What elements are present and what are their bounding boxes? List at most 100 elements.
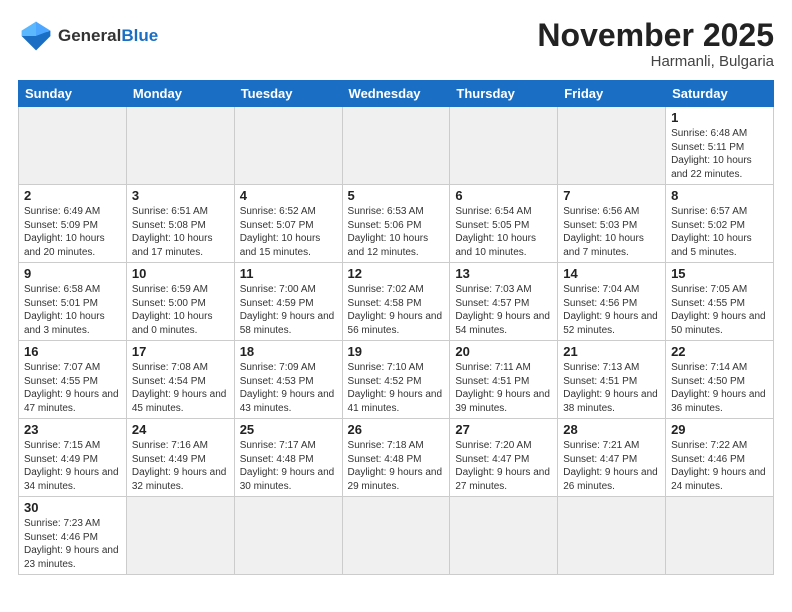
- day-number: 10: [132, 266, 229, 281]
- day-info: Sunrise: 7:04 AM Sunset: 4:56 PM Dayligh…: [563, 283, 660, 337]
- calendar-cell: 29 Sunrise: 7:22 AM Sunset: 4:46 PM Dayli…: [666, 419, 774, 497]
- day-info: Sunrise: 7:13 AM Sunset: 4:51 PM Dayligh…: [563, 361, 660, 415]
- calendar-cell: 7 Sunrise: 6:56 AM Sunset: 5:03 PM Daylig…: [558, 185, 666, 263]
- day-info: Sunrise: 7:05 AM Sunset: 4:55 PM Dayligh…: [671, 283, 768, 337]
- calendar-cell: [450, 497, 558, 575]
- day-info: Sunrise: 7:20 AM Sunset: 4:47 PM Dayligh…: [455, 439, 552, 493]
- day-number: 28: [563, 422, 660, 437]
- calendar-cell: 18Sunrise: 7:09 AM Sunset: 4:53 PM Dayli…: [234, 341, 342, 419]
- calendar-cell: 10Sunrise: 6:59 AM Sunset: 5:00 PM Dayli…: [126, 263, 234, 341]
- day-number: 4: [240, 188, 337, 203]
- calendar-cell: 14 Sunrise: 7:04 AM Sunset: 4:56 PM Dayli…: [558, 263, 666, 341]
- day-number: 21: [563, 344, 660, 359]
- day-number: 9: [24, 266, 121, 281]
- day-info: Sunrise: 7:02 AM Sunset: 4:58 PM Dayligh…: [348, 283, 445, 337]
- col-tuesday: Tuesday: [234, 81, 342, 107]
- col-thursday: Thursday: [450, 81, 558, 107]
- day-number: 20: [455, 344, 552, 359]
- col-monday: Monday: [126, 81, 234, 107]
- col-wednesday: Wednesday: [342, 81, 450, 107]
- day-number: 24: [132, 422, 229, 437]
- day-number: 7: [563, 188, 660, 203]
- day-info: Sunrise: 6:56 AM Sunset: 5:03 PM Dayligh…: [563, 205, 660, 259]
- calendar-cell: 3 Sunrise: 6:51 AM Sunset: 5:08 PM Daylig…: [126, 185, 234, 263]
- day-number: 2: [24, 188, 121, 203]
- calendar-cell: 22Sunrise: 7:14 AM Sunset: 4:50 PM Dayli…: [666, 341, 774, 419]
- calendar-week-row: 30 Sunrise: 7:23 AM Sunset: 4:46 PM Dayli…: [19, 497, 774, 575]
- col-friday: Friday: [558, 81, 666, 107]
- day-number: 12: [348, 266, 445, 281]
- month-title: November 2025: [537, 18, 774, 53]
- calendar-cell: [342, 497, 450, 575]
- day-info: Sunrise: 7:21 AM Sunset: 4:47 PM Dayligh…: [563, 439, 660, 493]
- day-info: Sunrise: 7:11 AM Sunset: 4:51 PM Dayligh…: [455, 361, 552, 415]
- calendar-cell: 21 Sunrise: 7:13 AM Sunset: 4:51 PM Dayli…: [558, 341, 666, 419]
- calendar-cell: 17Sunrise: 7:08 AM Sunset: 4:54 PM Dayli…: [126, 341, 234, 419]
- calendar-cell: [666, 497, 774, 575]
- calendar-cell: 26 Sunrise: 7:18 AM Sunset: 4:48 PM Dayli…: [342, 419, 450, 497]
- calendar-cell: [234, 497, 342, 575]
- day-info: Sunrise: 7:00 AM Sunset: 4:59 PM Dayligh…: [240, 283, 337, 337]
- day-info: Sunrise: 7:17 AM Sunset: 4:48 PM Dayligh…: [240, 439, 337, 493]
- calendar-week-row: 16 Sunrise: 7:07 AM Sunset: 4:55 PM Dayli…: [19, 341, 774, 419]
- location: Harmanli, Bulgaria: [537, 53, 774, 70]
- day-info: Sunrise: 7:09 AM Sunset: 4:53 PM Dayligh…: [240, 361, 337, 415]
- calendar-cell: 15Sunrise: 7:05 AM Sunset: 4:55 PM Dayli…: [666, 263, 774, 341]
- day-info: Sunrise: 6:57 AM Sunset: 5:02 PM Dayligh…: [671, 205, 768, 259]
- calendar-cell: 4Sunrise: 6:52 AM Sunset: 5:07 PM Daylig…: [234, 185, 342, 263]
- day-info: Sunrise: 6:49 AM Sunset: 5:09 PM Dayligh…: [24, 205, 121, 259]
- logo: GeneralBlue: [18, 18, 158, 54]
- day-number: 29: [671, 422, 768, 437]
- logo-text: GeneralBlue: [58, 27, 158, 46]
- day-number: 26: [348, 422, 445, 437]
- day-info: Sunrise: 7:22 AM Sunset: 4:46 PM Dayligh…: [671, 439, 768, 493]
- day-number: 5: [348, 188, 445, 203]
- day-info: Sunrise: 7:03 AM Sunset: 4:57 PM Dayligh…: [455, 283, 552, 337]
- header: GeneralBlue November 2025 Harmanli, Bulg…: [18, 18, 774, 70]
- calendar-week-row: 1 Sunrise: 6:48 AM Sunset: 5:11 PM Daylig…: [19, 107, 774, 185]
- logo-icon: [18, 18, 54, 54]
- day-number: 19: [348, 344, 445, 359]
- day-number: 17: [132, 344, 229, 359]
- calendar-cell: 28 Sunrise: 7:21 AM Sunset: 4:47 PM Dayli…: [558, 419, 666, 497]
- calendar: Sunday Monday Tuesday Wednesday Thursday…: [18, 80, 774, 575]
- day-number: 16: [24, 344, 121, 359]
- calendar-cell: 27 Sunrise: 7:20 AM Sunset: 4:47 PM Dayli…: [450, 419, 558, 497]
- col-sunday: Sunday: [19, 81, 127, 107]
- calendar-week-row: 9 Sunrise: 6:58 AM Sunset: 5:01 PM Daylig…: [19, 263, 774, 341]
- calendar-cell: 20 Sunrise: 7:11 AM Sunset: 4:51 PM Dayli…: [450, 341, 558, 419]
- title-block: November 2025 Harmanli, Bulgaria: [537, 18, 774, 70]
- day-info: Sunrise: 6:53 AM Sunset: 5:06 PM Dayligh…: [348, 205, 445, 259]
- day-number: 3: [132, 188, 229, 203]
- calendar-cell: 9 Sunrise: 6:58 AM Sunset: 5:01 PM Daylig…: [19, 263, 127, 341]
- day-number: 14: [563, 266, 660, 281]
- calendar-header-row: Sunday Monday Tuesday Wednesday Thursday…: [19, 81, 774, 107]
- day-number: 8: [671, 188, 768, 203]
- day-number: 1: [671, 110, 768, 125]
- day-info: Sunrise: 6:58 AM Sunset: 5:01 PM Dayligh…: [24, 283, 121, 337]
- day-info: Sunrise: 7:07 AM Sunset: 4:55 PM Dayligh…: [24, 361, 121, 415]
- calendar-cell: 1 Sunrise: 6:48 AM Sunset: 5:11 PM Daylig…: [666, 107, 774, 185]
- day-info: Sunrise: 7:23 AM Sunset: 4:46 PM Dayligh…: [24, 517, 121, 571]
- calendar-week-row: 2 Sunrise: 6:49 AM Sunset: 5:09 PM Daylig…: [19, 185, 774, 263]
- day-number: 25: [240, 422, 337, 437]
- day-info: Sunrise: 6:48 AM Sunset: 5:11 PM Dayligh…: [671, 127, 768, 181]
- day-info: Sunrise: 7:18 AM Sunset: 4:48 PM Dayligh…: [348, 439, 445, 493]
- col-saturday: Saturday: [666, 81, 774, 107]
- calendar-cell: 19Sunrise: 7:10 AM Sunset: 4:52 PM Dayli…: [342, 341, 450, 419]
- calendar-cell: 23Sunrise: 7:15 AM Sunset: 4:49 PM Dayli…: [19, 419, 127, 497]
- calendar-cell: [558, 107, 666, 185]
- day-number: 11: [240, 266, 337, 281]
- calendar-cell: [126, 107, 234, 185]
- day-info: Sunrise: 6:51 AM Sunset: 5:08 PM Dayligh…: [132, 205, 229, 259]
- calendar-cell: 16 Sunrise: 7:07 AM Sunset: 4:55 PM Dayli…: [19, 341, 127, 419]
- calendar-cell: [126, 497, 234, 575]
- calendar-cell: 24Sunrise: 7:16 AM Sunset: 4:49 PM Dayli…: [126, 419, 234, 497]
- day-number: 30: [24, 500, 121, 515]
- day-info: Sunrise: 7:15 AM Sunset: 4:49 PM Dayligh…: [24, 439, 121, 493]
- day-number: 22: [671, 344, 768, 359]
- calendar-cell: [558, 497, 666, 575]
- day-number: 13: [455, 266, 552, 281]
- day-number: 27: [455, 422, 552, 437]
- day-info: Sunrise: 6:54 AM Sunset: 5:05 PM Dayligh…: [455, 205, 552, 259]
